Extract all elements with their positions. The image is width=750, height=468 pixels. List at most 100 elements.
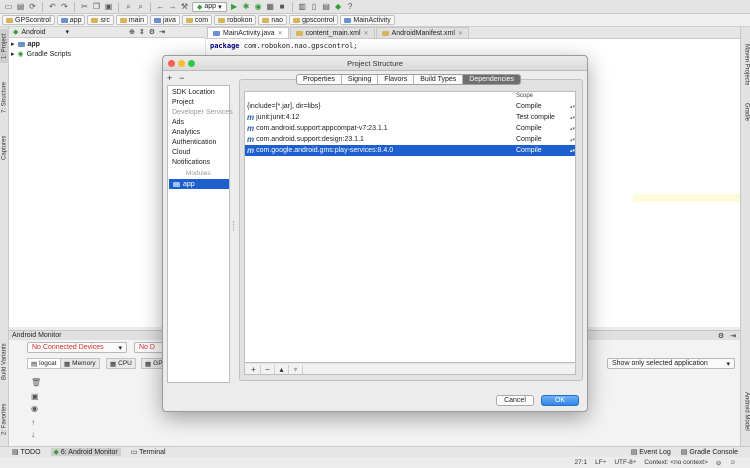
android-model-tool-tab[interactable]: Android Model: [742, 387, 750, 435]
todo-tool-button[interactable]: ▤ TODO: [12, 448, 41, 456]
run-icon[interactable]: ▶: [230, 2, 239, 11]
close-icon[interactable]: ✕: [278, 30, 283, 37]
gear-icon[interactable]: ⚙: [718, 332, 724, 340]
list-item-sdk-location[interactable]: SDK Location: [172, 89, 215, 96]
structure-tool-tab[interactable]: 7: Structure: [0, 79, 9, 115]
breadcrumb-item-com[interactable]: com: [181, 15, 213, 25]
trash-icon[interactable]: 🗑: [31, 378, 41, 387]
device-select[interactable]: No Connected Devices ▾: [27, 342, 127, 353]
list-item-authentication[interactable]: Authentication: [172, 139, 216, 146]
list-item-project[interactable]: Project: [172, 99, 194, 106]
logcat-filter-select[interactable]: Show only selected application ▾: [607, 358, 735, 369]
gradle-tool-tab[interactable]: Gradle: [742, 99, 750, 125]
copy-icon[interactable]: ❐: [92, 2, 101, 11]
tab-cpu[interactable]: ▦ CPU: [106, 358, 136, 369]
dependency-scope[interactable]: Compile: [516, 103, 542, 110]
table-row[interactable]: m junit:junit:4.12 Test compile ▴▾: [245, 112, 575, 123]
breadcrumb-item-robokon[interactable]: robokon: [214, 15, 257, 25]
android-monitor-tool-button[interactable]: ◆ 6: Android Monitor: [50, 448, 121, 456]
remove-dependency-button[interactable]: −: [261, 364, 275, 374]
stop-icon[interactable]: ■: [278, 2, 287, 11]
run-configuration-select[interactable]: ◆ app ▾: [192, 1, 227, 12]
breadcrumb-item-mainactivity[interactable]: MainActivity: [340, 15, 395, 25]
project-view-selector[interactable]: ◆ Android ▾ ⊕ ⇕ ⚙ ⇥: [9, 27, 205, 38]
settings-icon[interactable]: ⊕: [129, 28, 135, 36]
collapse-icon[interactable]: ⇕: [139, 28, 145, 36]
hide-icon[interactable]: ⇥: [159, 28, 165, 36]
sdk-manager-icon[interactable]: ▥: [298, 2, 307, 11]
tab-memory[interactable]: ▦ Memory: [60, 358, 100, 369]
tab-content-main[interactable]: content_main.xml ✕: [289, 27, 375, 38]
maven-projects-tool-tab[interactable]: Maven Projects: [742, 39, 750, 91]
list-item-cloud[interactable]: Cloud: [172, 149, 190, 156]
line-separator[interactable]: LF÷: [595, 459, 606, 466]
back-nav-icon[interactable]: ←: [156, 2, 165, 11]
inspector-icon[interactable]: ☺: [729, 459, 736, 466]
lock-icon[interactable]: ⊖: [716, 459, 721, 467]
breadcrumb-item-java[interactable]: java: [150, 15, 180, 25]
build-icon[interactable]: ⚒: [180, 2, 189, 11]
chevron-updown-icon[interactable]: ▴▾: [570, 148, 575, 154]
help-icon[interactable]: ?: [346, 2, 355, 11]
close-icon[interactable]: ✕: [458, 30, 463, 37]
tab-dependencies[interactable]: Dependencies: [463, 75, 521, 84]
add-dependency-button[interactable]: +: [247, 364, 261, 374]
forward-nav-icon[interactable]: →: [168, 2, 177, 11]
gradle-console-tool-button[interactable]: ▤ Gradle Console: [681, 448, 738, 456]
tree-item-app[interactable]: ▸ app: [11, 39, 40, 49]
arrow-up-icon[interactable]: ↑: [31, 418, 35, 427]
favorites-tool-tab[interactable]: 2: Favorites: [0, 399, 9, 439]
hide-icon[interactable]: ⇥: [730, 332, 736, 340]
tab-flavors[interactable]: Flavors: [378, 75, 415, 84]
screenshot-icon[interactable]: ▣: [31, 392, 39, 401]
chevron-updown-icon[interactable]: ▴▾: [570, 137, 575, 143]
list-item-ads[interactable]: Ads: [172, 119, 184, 126]
breadcrumb-item-gpscontrol[interactable]: gpscontrol: [289, 15, 339, 25]
redo-icon[interactable]: ↷: [60, 2, 69, 11]
attach-icon[interactable]: ◉: [254, 2, 263, 11]
tab-android-manifest[interactable]: AndroidManifest.xml ✕: [375, 27, 469, 38]
splitter-handle[interactable]: [233, 221, 235, 231]
tab-build-types[interactable]: Build Types: [414, 75, 464, 84]
file-encoding[interactable]: UTF-8÷: [614, 459, 636, 466]
arrow-down-icon[interactable]: ↓: [31, 430, 35, 439]
chevron-updown-icon[interactable]: ▴▾: [570, 126, 575, 132]
chevron-updown-icon[interactable]: ▴▾: [570, 104, 575, 110]
breadcrumb-item-main[interactable]: main: [115, 15, 149, 25]
find-icon[interactable]: ⌕: [124, 2, 133, 11]
remove-module-button[interactable]: −: [179, 73, 184, 83]
project-tool-tab[interactable]: 1: Project: [0, 29, 9, 63]
cancel-button[interactable]: Cancel: [496, 395, 534, 406]
module-item-app[interactable]: app: [169, 179, 229, 189]
event-log-tool-button[interactable]: ▤ Event Log: [631, 448, 671, 456]
chevron-updown-icon[interactable]: ▴▾: [570, 115, 575, 121]
table-row[interactable]: m com.android.support:appcompat-v7:23.1.1…: [245, 123, 575, 134]
breadcrumb-item-project[interactable]: GPScontrol: [2, 15, 55, 25]
dependency-scope[interactable]: Compile: [516, 147, 542, 154]
zoom-window-button[interactable]: [188, 60, 195, 67]
save-icon[interactable]: ▤: [16, 2, 25, 11]
close-icon[interactable]: ✕: [364, 30, 369, 37]
breadcrumb-item-app[interactable]: app: [56, 15, 86, 25]
open-icon[interactable]: ▭: [4, 2, 13, 11]
record-icon[interactable]: ◉: [31, 404, 38, 413]
close-window-button[interactable]: [168, 60, 175, 67]
terminal-tool-button[interactable]: ▭ Terminal: [131, 448, 166, 456]
undo-icon[interactable]: ↶: [48, 2, 57, 11]
breadcrumb-item-src[interactable]: src: [87, 15, 114, 25]
cut-icon[interactable]: ✂: [80, 2, 89, 11]
chevron-right-icon[interactable]: ▸: [11, 40, 15, 48]
tab-signing[interactable]: Signing: [342, 75, 379, 84]
move-down-button[interactable]: ▾: [289, 364, 303, 374]
debug-icon[interactable]: ✱: [242, 2, 251, 11]
add-module-button[interactable]: +: [167, 73, 172, 83]
chevron-right-icon[interactable]: ▸: [11, 50, 15, 58]
ok-button[interactable]: OK: [541, 395, 579, 406]
avd-manager-icon[interactable]: ▯: [310, 2, 319, 11]
android-device-monitor-icon[interactable]: ▤: [322, 2, 331, 11]
breadcrumb-item-nao[interactable]: nao: [258, 15, 288, 25]
paste-icon[interactable]: ▣: [104, 2, 113, 11]
list-item-analytics[interactable]: Analytics: [172, 129, 200, 136]
tab-mainactivity[interactable]: MainActivity.java ✕: [207, 27, 289, 38]
move-up-button[interactable]: ▴: [275, 364, 289, 374]
